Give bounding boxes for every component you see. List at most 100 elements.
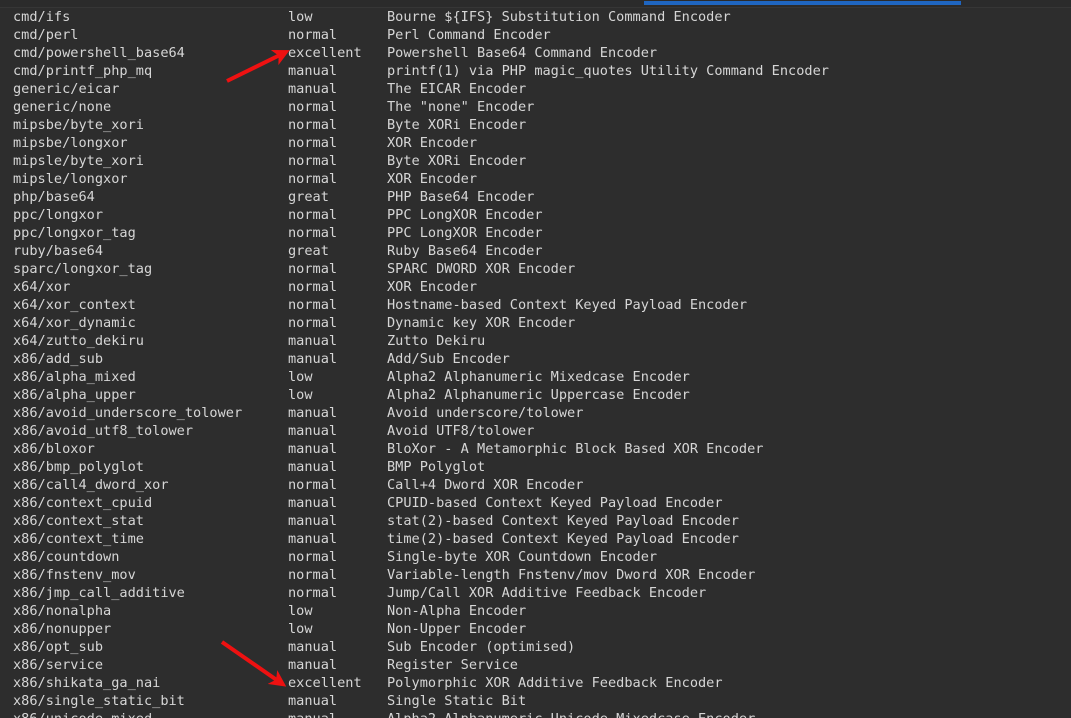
encoder-row: ppc/longxor normal PPC LongXOR Encoder xyxy=(0,206,1071,224)
encoder-rank: normal xyxy=(288,27,338,43)
encoder-row: x86/avoid_underscore_tolower manual Avoid … xyxy=(0,404,1071,422)
encoder-rank: normal xyxy=(288,207,338,223)
encoder-row: x86/alpha_upper low Alpha2 Alphanumeric Up… xyxy=(0,386,1071,404)
progress-indicator xyxy=(644,1,961,5)
encoder-name: mipsbe/longxor xyxy=(13,135,128,151)
encoder-description: Alpha2 Alphanumeric Unicode Mixedcase En… xyxy=(387,710,755,718)
encoder-row: x64/xor_context normal Hostname-based Cont… xyxy=(0,296,1071,314)
encoder-name: x64/zutto_dekiru xyxy=(13,333,144,349)
encoder-name: x86/bloxor xyxy=(13,441,95,457)
encoder-rank: manual xyxy=(288,441,338,457)
encoder-description: Single-byte XOR Countdown Encoder xyxy=(387,549,658,565)
encoder-name: x64/xor_context xyxy=(13,297,136,313)
encoder-rank: manual xyxy=(288,351,338,367)
encoder-rank: low xyxy=(288,9,313,25)
encoder-row: mipsbe/longxor normal XOR Encoder xyxy=(0,134,1071,152)
encoder-rank: low xyxy=(288,369,313,385)
encoder-rank: normal xyxy=(288,567,338,583)
encoder-name: x64/xor xyxy=(13,279,71,295)
encoder-row: x86/avoid_utf8_tolower manual Avoid UTF8/t… xyxy=(0,422,1071,440)
encoder-row: x86/context_cpuid manual CPUID-based Conte… xyxy=(0,494,1071,512)
encoder-rank: normal xyxy=(288,99,338,115)
encoder-rank: manual xyxy=(288,81,338,97)
encoder-row: x86/opt_sub manual Sub Encoder (optimised) xyxy=(0,638,1071,656)
encoder-rank: normal xyxy=(288,135,338,151)
encoder-row: sparc/longxor_tag normal SPARC DWORD XOR E… xyxy=(0,260,1071,278)
encoder-name: generic/none xyxy=(13,99,112,115)
encoder-name: php/base64 xyxy=(13,189,95,205)
encoder-row: x86/single_static_bit manual Single Static… xyxy=(0,692,1071,710)
encoder-row: x64/xor normal XOR Encoder xyxy=(0,278,1071,296)
encoder-description: Sub Encoder (optimised) xyxy=(387,639,576,655)
encoder-description: Hostname-based Context Keyed Payload Enc… xyxy=(387,297,748,313)
encoder-name: x86/unicode_mixed xyxy=(13,710,152,718)
encoder-description: Zutto Dekiru xyxy=(387,333,486,349)
encoder-description: PPC LongXOR Encoder xyxy=(387,207,543,223)
encoder-row: x86/shikata_ga_nai excellent Polymorphic X… xyxy=(0,674,1071,692)
encoder-name: x86/add_sub xyxy=(13,351,104,367)
encoder-description: Polymorphic XOR Additive Feedback Encode… xyxy=(387,675,723,691)
encoder-rank: excellent xyxy=(288,675,362,691)
encoder-rank: great xyxy=(288,243,329,259)
encoder-rank: manual xyxy=(288,405,338,421)
encoder-rank: normal xyxy=(288,153,338,169)
encoder-row: x86/alpha_mixed low Alpha2 Alphanumeric Mi… xyxy=(0,368,1071,386)
terminal-output[interactable]: cmd/ifs low Bourne ${IFS} Substitution Com… xyxy=(0,8,1071,718)
encoder-description: Byte XORi Encoder xyxy=(387,117,527,133)
encoder-name: x86/alpha_mixed xyxy=(13,369,136,385)
encoder-rank: normal xyxy=(288,585,338,601)
encoder-row: x86/service manual Register Service xyxy=(0,656,1071,674)
encoder-row: x86/nonalpha low Non-Alpha Encoder xyxy=(0,602,1071,620)
encoder-description: Byte XORi Encoder xyxy=(387,153,527,169)
encoder-rank: manual xyxy=(288,657,338,673)
encoder-name: ruby/base64 xyxy=(13,243,104,259)
encoder-row: generic/eicar manual The EICAR Encoder xyxy=(0,80,1071,98)
encoder-rank: normal xyxy=(288,117,338,133)
encoder-description: The EICAR Encoder xyxy=(387,81,527,97)
encoder-description: Non-Upper Encoder xyxy=(387,621,527,637)
encoder-description: Perl Command Encoder xyxy=(387,27,551,43)
encoder-name: x86/context_stat xyxy=(13,513,144,529)
encoder-description: Register Service xyxy=(387,657,518,673)
encoder-rank: normal xyxy=(288,477,338,493)
encoder-description: Alpha2 Alphanumeric Uppercase Encoder xyxy=(387,387,690,403)
encoder-description: printf(1) via PHP magic_quotes Utility C… xyxy=(387,63,829,79)
encoder-description: Add/Sub Encoder xyxy=(387,351,510,367)
encoder-row: x86/context_stat manual stat(2)-based Cont… xyxy=(0,512,1071,530)
encoder-name: x86/context_time xyxy=(13,531,144,547)
encoder-description: Call+4 Dword XOR Encoder xyxy=(387,477,584,493)
encoder-name: x86/context_cpuid xyxy=(13,495,153,511)
encoder-rank: normal xyxy=(288,279,338,295)
encoder-row: x86/jmp_call_additive normal Jump/Call XOR… xyxy=(0,584,1071,602)
encoder-description: time(2)-based Context Keyed Payload Enco… xyxy=(387,531,739,547)
encoder-description: BloXor - A Metamorphic Block Based XOR E… xyxy=(387,441,764,457)
encoder-name: x86/jmp_call_additive xyxy=(13,585,185,601)
encoder-rank: excellent xyxy=(288,45,362,61)
encoder-rank: normal xyxy=(288,549,338,565)
encoder-name: x86/shikata_ga_nai xyxy=(13,675,161,691)
encoder-name: x86/nonupper xyxy=(13,621,112,637)
encoder-rank: manual xyxy=(288,710,337,718)
encoder-name: x86/alpha_upper xyxy=(13,387,136,403)
window-top-bar xyxy=(0,0,1071,8)
encoder-description: The "none" Encoder xyxy=(387,99,535,115)
encoder-rank: manual xyxy=(288,423,338,439)
encoder-name: cmd/powershell_base64 xyxy=(13,45,185,61)
encoder-name: ppc/longxor_tag xyxy=(13,225,136,241)
encoder-name: x86/nonalpha xyxy=(13,603,112,619)
encoder-row: x86/call4_dword_xor normal Call+4 Dword XO… xyxy=(0,476,1071,494)
encoder-description: BMP Polyglot xyxy=(387,459,486,475)
encoder-row: x86/unicode_mixed manual Alpha2 Alphanumer… xyxy=(0,710,1071,718)
encoder-row: cmd/printf_php_mq manual printf(1) via PHP… xyxy=(0,62,1071,80)
encoder-rank: manual xyxy=(288,459,338,475)
encoder-name: cmd/ifs xyxy=(13,9,71,25)
encoder-row: x64/xor_dynamic normal Dynamic key XOR Enc… xyxy=(0,314,1071,332)
encoder-description: stat(2)-based Context Keyed Payload Enco… xyxy=(387,513,739,529)
encoder-description: XOR Encoder xyxy=(387,135,478,151)
encoder-description: Dynamic key XOR Encoder xyxy=(387,315,576,331)
encoder-rank: low xyxy=(288,603,313,619)
encoder-description: PPC LongXOR Encoder xyxy=(387,225,543,241)
encoder-name: x86/avoid_underscore_tolower xyxy=(13,405,243,421)
encoder-description: Avoid underscore/tolower xyxy=(387,405,584,421)
encoder-description: Powershell Base64 Command Encoder xyxy=(387,45,658,61)
